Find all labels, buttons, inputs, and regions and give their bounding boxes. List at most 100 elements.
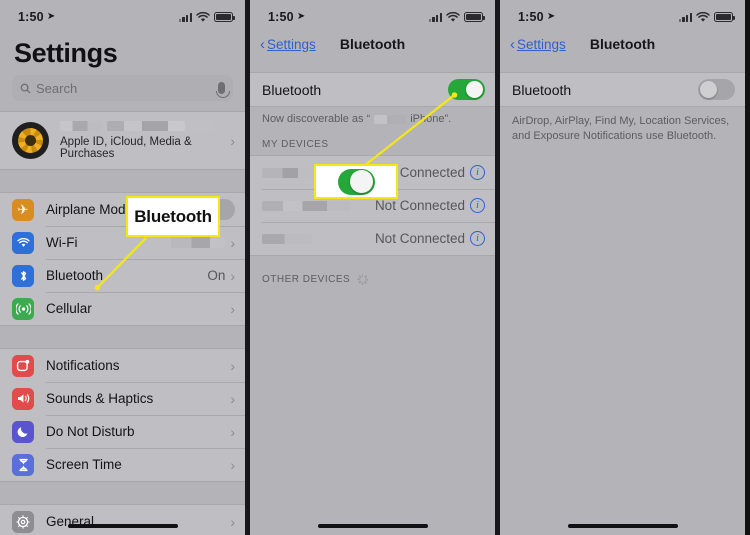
my-devices-header: MY DEVICES xyxy=(250,125,495,155)
cellular-signal-icon xyxy=(428,12,442,22)
page-title: Settings xyxy=(14,38,118,68)
settings-group-notifications: Notifications › Sounds & Haptics › Do No… xyxy=(0,348,245,482)
bluetooth-master-group: Bluetooth xyxy=(500,72,745,107)
navigation-bar: ‹ Settings Bluetooth xyxy=(250,30,495,58)
status-bar-time: 1:50 xyxy=(518,10,544,24)
back-label: Settings xyxy=(267,36,316,52)
device-name-redacted xyxy=(262,200,350,211)
info-circle-icon[interactable]: i xyxy=(470,165,485,180)
chevron-right-icon: › xyxy=(230,234,235,251)
device-name-redacted xyxy=(262,167,320,178)
row-label: Sounds & Haptics xyxy=(46,391,154,406)
callout-text: Bluetooth xyxy=(134,206,212,226)
callout-bluetooth-toggle xyxy=(314,164,398,199)
battery-icon xyxy=(714,12,735,22)
bluetooth-master-group: Bluetooth xyxy=(250,72,495,107)
sidebar-item-screen-time[interactable]: Screen Time › xyxy=(0,448,245,481)
wifi-icon xyxy=(446,11,460,22)
search-input[interactable]: Search xyxy=(12,75,233,101)
chevron-right-icon: › xyxy=(230,423,235,440)
location-arrow-icon: ➤ xyxy=(46,10,56,22)
cellular-signal-icon xyxy=(178,12,192,22)
sidebar-item-sounds-haptics[interactable]: Sounds & Haptics › xyxy=(0,382,245,415)
sounds-icon xyxy=(12,387,34,410)
chevron-left-icon: ‹ xyxy=(260,35,265,53)
chevron-right-icon: › xyxy=(230,456,235,473)
loading-spinner-icon xyxy=(357,274,369,285)
panel-bluetooth-on: 1:50 ➤ ‹ Settings Bluetooth Bluetooth No… xyxy=(250,0,495,535)
status-bar-time: 1:50 xyxy=(18,10,44,24)
callout-bluetooth-label: Bluetooth xyxy=(126,196,220,237)
chevron-right-icon: › xyxy=(230,513,235,530)
callout-toggle-on[interactable] xyxy=(337,168,375,195)
search-icon xyxy=(20,83,31,93)
three-panel-screenshot: 1:50 ➤ Settings Search Apple ID, iCloud,… xyxy=(0,0,750,535)
panel-settings-list: 1:50 ➤ Settings Search Apple ID, iCloud,… xyxy=(0,0,245,535)
discoverable-note: Now discoverable as “ iPhone”. xyxy=(250,107,495,125)
row-label: Do Not Disturb xyxy=(46,424,135,439)
row-label: Bluetooth xyxy=(46,268,104,283)
row-label: Notifications xyxy=(46,358,120,373)
status-bar: 1:50 ➤ xyxy=(250,0,495,30)
account-subtitle: Apple ID, iCloud, Media & Purchases xyxy=(60,136,192,160)
row-label: Screen Time xyxy=(46,457,122,472)
sidebar-item-bluetooth[interactable]: Bluetooth On › xyxy=(0,259,245,292)
navigation-bar: ‹ Settings Bluetooth xyxy=(500,30,745,58)
info-circle-icon[interactable]: i xyxy=(470,231,485,246)
row-label: Bluetooth xyxy=(262,81,322,98)
home-indicator xyxy=(317,524,428,528)
moon-icon xyxy=(12,420,34,443)
sidebar-item-cellular[interactable]: Cellular › xyxy=(0,292,245,325)
battery-icon xyxy=(214,12,235,22)
battery-icon xyxy=(464,12,485,22)
discoverable-prefix: Now discoverable as “ xyxy=(262,113,371,125)
bluetooth-master-row[interactable]: Bluetooth xyxy=(500,73,745,106)
device-status: Not Connected xyxy=(374,198,465,213)
info-circle-icon[interactable]: i xyxy=(470,198,485,213)
table-row[interactable]: Not Connected i xyxy=(250,222,495,255)
airplane-icon: ✈ xyxy=(12,198,34,221)
chevron-right-icon: › xyxy=(230,267,235,284)
apple-id-row[interactable]: Apple ID, iCloud, Media & Purchases › xyxy=(0,111,245,170)
gear-icon xyxy=(12,510,34,533)
wifi-icon xyxy=(696,11,710,22)
status-bar: 1:50 ➤ xyxy=(0,0,245,30)
chevron-right-icon: › xyxy=(230,300,235,317)
settings-group-general: General › xyxy=(0,504,245,535)
notifications-icon xyxy=(12,354,34,377)
bluetooth-master-row[interactable]: Bluetooth xyxy=(250,73,495,106)
cellular-icon xyxy=(12,297,34,320)
sidebar-item-general[interactable]: General › xyxy=(0,505,245,535)
panel-bluetooth-off: 1:50 ➤ ‹ Settings Bluetooth Bluetooth Ai… xyxy=(500,0,745,535)
cellular-signal-icon xyxy=(678,12,692,22)
chevron-left-icon: ‹ xyxy=(510,35,515,53)
bluetooth-state-value: On xyxy=(207,268,226,283)
location-arrow-icon: ➤ xyxy=(296,10,306,22)
back-label: Settings xyxy=(517,36,566,52)
wifi-network-value-redacted xyxy=(171,237,226,248)
home-indicator xyxy=(567,524,678,528)
hourglass-icon xyxy=(12,453,34,476)
wifi-icon xyxy=(196,11,210,22)
row-label: Bluetooth xyxy=(512,81,572,98)
device-name-redacted xyxy=(262,233,312,244)
status-bar: 1:50 ➤ xyxy=(500,0,745,30)
chevron-right-icon: › xyxy=(230,357,235,374)
bluetooth-master-toggle[interactable] xyxy=(698,79,735,100)
bluetooth-master-toggle[interactable] xyxy=(448,79,485,100)
microphone-icon[interactable] xyxy=(215,82,230,98)
other-devices-header: OTHER DEVICES xyxy=(250,256,495,290)
account-name-redacted xyxy=(60,121,230,131)
bluetooth-icon xyxy=(12,264,34,287)
device-name-redacted xyxy=(374,114,407,124)
sidebar-item-do-not-disturb[interactable]: Do Not Disturb › xyxy=(0,415,245,448)
location-arrow-icon: ➤ xyxy=(546,10,556,22)
back-to-settings-button[interactable]: ‹ Settings xyxy=(510,37,566,52)
row-label: Wi-Fi xyxy=(46,235,78,250)
sidebar-item-notifications[interactable]: Notifications › xyxy=(0,349,245,382)
back-to-settings-button[interactable]: ‹ Settings xyxy=(260,37,316,52)
wifi-icon xyxy=(12,231,34,254)
chevron-right-icon: › xyxy=(230,132,235,149)
device-status: Not Connected xyxy=(374,231,465,246)
section-header-label: OTHER DEVICES xyxy=(262,274,351,285)
